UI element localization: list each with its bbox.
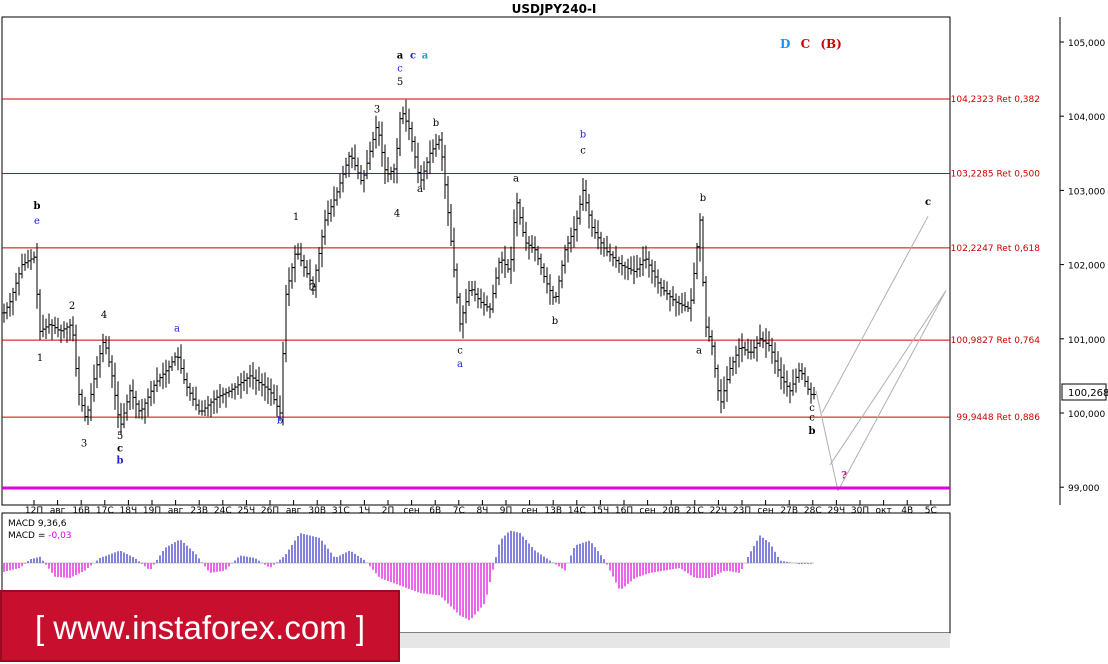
wave-label: a <box>696 346 702 357</box>
wave-degree-label: D C (B) <box>780 37 842 51</box>
x-tick-label: 31С <box>332 506 350 516</box>
wave-label: c <box>457 346 463 357</box>
wave-label: 3 <box>81 438 87 449</box>
y-tick-label: 100,000 <box>1068 410 1105 420</box>
x-tick-label: 30П <box>851 506 869 516</box>
macd-value: -0,03 <box>48 531 71 541</box>
y-tick-label: 101,000 <box>1068 336 1105 346</box>
price-axis: 105,000 104,000 103,000 102,000 101,000 100,0… <box>1060 39 1105 494</box>
x-tick-label: сен <box>757 506 773 516</box>
wave-label: 5 <box>117 431 123 442</box>
macd-value-label: MACD = -0,03 <box>8 531 72 541</box>
macd-label: MACD 9,36,6 <box>8 519 67 529</box>
fib-level-label: 99,9448 Ret 0,886 <box>956 413 1040 423</box>
x-tick-label: 7С <box>453 506 465 516</box>
x-tick-label: 23П <box>733 506 751 516</box>
fib-level-label: 100,9827 Ret 0,764 <box>951 336 1041 346</box>
wave-label: c <box>809 412 815 423</box>
x-tick-label: сен <box>521 506 537 516</box>
x-tick-label: 21С <box>686 506 704 516</box>
wave-degree-b: (B) <box>820 37 842 51</box>
wave-label: c <box>925 197 931 208</box>
x-tick-label: 5С <box>925 506 937 516</box>
x-tick-label: авг <box>168 506 184 516</box>
wave-label: e <box>34 216 40 227</box>
x-tick-label: 18Ч <box>120 506 138 516</box>
y-tick-label: 99,000 <box>1068 484 1100 494</box>
x-tick-label: авг <box>286 506 302 516</box>
wave-label: 3 <box>374 104 380 115</box>
wave-degree-c: C <box>801 37 811 51</box>
wave-label: b <box>552 316 558 327</box>
x-tick-label: 25Ч <box>238 506 256 516</box>
wave-label: ? <box>841 470 847 481</box>
x-tick-label: сен <box>639 506 655 516</box>
wave-label: 1 <box>37 353 43 364</box>
wave-label: b <box>34 201 41 212</box>
x-tick-label: 8Ч <box>476 506 488 516</box>
y-tick-label: 105,000 <box>1068 39 1105 49</box>
x-tick-label: окт <box>876 506 892 516</box>
wave-label: b <box>700 193 706 204</box>
wave-label: b <box>580 130 586 141</box>
x-tick-label: 4В <box>901 506 913 516</box>
x-tick-label: 12П <box>25 506 43 516</box>
wave-label: 2 <box>69 301 75 312</box>
x-tick-label: авг <box>50 506 66 516</box>
wave-label: 5 <box>397 77 403 88</box>
x-tick-label: 16П <box>615 506 633 516</box>
wave-label: c <box>580 145 586 156</box>
x-tick-label: 15Ч <box>592 506 610 516</box>
wave-label: a <box>174 323 180 334</box>
wave-label: b <box>433 118 439 129</box>
x-tick-label: 17С <box>96 506 114 516</box>
chart-title: USDJPY240-I <box>512 2 597 16</box>
x-tick-label: 22Ч <box>710 506 728 516</box>
wave-label: c <box>410 50 416 61</box>
fib-level-label: 104,2323 Ret 0,382 <box>951 95 1040 105</box>
wave-label: a <box>397 50 404 61</box>
x-tick-label: 2П <box>382 506 395 516</box>
x-tick-label: 14С <box>568 506 586 516</box>
scroll-strip <box>400 633 950 648</box>
wave-label: 4 <box>101 310 107 321</box>
x-tick-label: 30В <box>308 506 326 516</box>
wave-label: a <box>513 173 519 184</box>
x-tick-label: 9П <box>500 506 513 516</box>
y-tick-label: 103,000 <box>1068 187 1105 197</box>
wave-label: a <box>422 50 429 61</box>
x-tick-label: 1Ч <box>358 506 370 516</box>
wave-label: b <box>809 426 816 437</box>
wave-label: a <box>457 359 463 370</box>
wave-label: b <box>277 415 283 426</box>
y-tick-label: 102,000 <box>1068 262 1105 272</box>
x-tick-label: 16В <box>72 506 90 516</box>
price-chart: USDJPY240-I 104,2323 Ret 0,382 103,2285 R… <box>1 2 1108 648</box>
x-tick-label: 13В <box>544 506 562 516</box>
x-tick-label: 24С <box>214 506 232 516</box>
x-tick-label: сен <box>403 506 419 516</box>
x-tick-label: 29Ч <box>828 506 846 516</box>
fib-level-label: 103,2285 Ret 0,500 <box>951 169 1041 179</box>
y-tick-label: 104,000 <box>1068 113 1105 123</box>
wave-label: c <box>117 444 123 455</box>
x-tick-label: 26П <box>261 506 279 516</box>
fib-level-label: 102,2247 Ret 0,618 <box>951 244 1041 254</box>
x-tick-label: 23В <box>190 506 208 516</box>
wave-label: 2 <box>310 283 316 294</box>
wave-degree-d: D <box>780 37 790 51</box>
wave-label: 1 <box>293 212 299 223</box>
current-price-label: 100,268 <box>1068 388 1108 399</box>
wave-label: 4 <box>394 208 400 219</box>
x-tick-label: 28С <box>804 506 822 516</box>
wave-label: a <box>417 184 423 195</box>
instaforex-watermark: [ www.instaforex.com ] <box>0 590 400 662</box>
x-tick-label: 27В <box>780 506 798 516</box>
wave-label: c <box>397 64 403 75</box>
x-tick-label: 19П <box>143 506 161 516</box>
wave-label: b <box>117 455 124 466</box>
x-tick-label: 20В <box>662 506 680 516</box>
macd-value-prefix: MACD = <box>8 531 48 541</box>
x-tick-label: 6В <box>429 506 441 516</box>
